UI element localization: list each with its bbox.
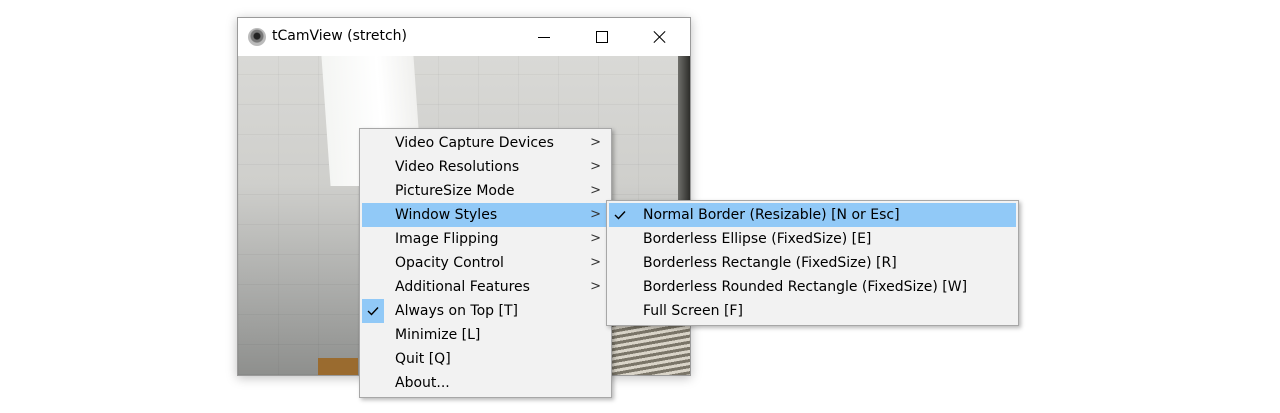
chevron-right-icon: > bbox=[590, 183, 601, 198]
chevron-right-icon: > bbox=[590, 279, 601, 294]
menu-item-video-capture-devices[interactable]: Video Capture Devices > bbox=[362, 131, 609, 155]
menu-item-label: Minimize [L] bbox=[395, 327, 481, 343]
submenu-item-borderless-rounded-rectangle[interactable]: Borderless Rounded Rectangle (FixedSize)… bbox=[609, 275, 1016, 299]
menu-item-label: Opacity Control bbox=[395, 255, 504, 271]
menu-item-image-flipping[interactable]: Image Flipping > bbox=[362, 227, 609, 251]
menu-item-label: Image Flipping bbox=[395, 231, 499, 247]
menu-item-window-styles[interactable]: Window Styles > bbox=[362, 203, 609, 227]
menu-item-opacity-control[interactable]: Opacity Control > bbox=[362, 251, 609, 275]
menu-item-label: Window Styles bbox=[395, 207, 498, 223]
maximize-button[interactable] bbox=[573, 18, 631, 56]
submenu-item-label: Borderless Rounded Rectangle (FixedSize)… bbox=[643, 279, 968, 295]
menu-item-always-on-top[interactable]: Always on Top [T] bbox=[362, 299, 609, 323]
menu-item-label: Quit [Q] bbox=[395, 351, 451, 367]
window-title: tCamView (stretch) bbox=[272, 28, 407, 44]
chevron-right-icon: > bbox=[590, 135, 601, 150]
minimize-icon bbox=[538, 36, 550, 38]
menu-item-quit[interactable]: Quit [Q] bbox=[362, 347, 609, 371]
orange-object bbox=[318, 358, 358, 375]
menu-item-label: About... bbox=[395, 375, 450, 391]
checkmark-icon bbox=[609, 203, 631, 227]
submenu-item-label: Full Screen [F] bbox=[643, 303, 743, 319]
menu-item-label: PictureSize Mode bbox=[395, 183, 515, 199]
submenu-item-label: Borderless Rectangle (FixedSize) [R] bbox=[643, 255, 897, 271]
submenu-item-label: Borderless Ellipse (FixedSize) [E] bbox=[643, 231, 872, 247]
minimize-button[interactable] bbox=[515, 18, 573, 56]
chevron-right-icon: > bbox=[590, 231, 601, 246]
menu-item-label: Always on Top [T] bbox=[395, 303, 518, 319]
chevron-right-icon: > bbox=[590, 255, 601, 270]
close-button[interactable] bbox=[631, 18, 689, 56]
menu-item-label: Video Resolutions bbox=[395, 159, 520, 175]
chevron-right-icon: > bbox=[590, 207, 601, 222]
menu-item-about[interactable]: About... bbox=[362, 371, 609, 395]
chevron-right-icon: > bbox=[590, 159, 601, 174]
menu-item-video-resolutions[interactable]: Video Resolutions > bbox=[362, 155, 609, 179]
maximize-icon bbox=[596, 31, 608, 43]
window-styles-submenu: Normal Border (Resizable) [N or Esc] Bor… bbox=[606, 200, 1019, 326]
checkmark-icon bbox=[362, 299, 384, 323]
menu-item-picturesize-mode[interactable]: PictureSize Mode > bbox=[362, 179, 609, 203]
submenu-item-full-screen[interactable]: Full Screen [F] bbox=[609, 299, 1016, 323]
title-bar[interactable]: tCamView (stretch) bbox=[238, 18, 690, 56]
menu-item-minimize[interactable]: Minimize [L] bbox=[362, 323, 609, 347]
submenu-item-borderless-rectangle[interactable]: Borderless Rectangle (FixedSize) [R] bbox=[609, 251, 1016, 275]
menu-item-additional-features[interactable]: Additional Features > bbox=[362, 275, 609, 299]
submenu-item-borderless-ellipse[interactable]: Borderless Ellipse (FixedSize) [E] bbox=[609, 227, 1016, 251]
menu-item-label: Additional Features bbox=[395, 279, 530, 295]
submenu-item-normal-border[interactable]: Normal Border (Resizable) [N or Esc] bbox=[609, 203, 1016, 227]
webcam-icon bbox=[248, 28, 266, 46]
close-icon bbox=[653, 30, 667, 44]
menu-item-label: Video Capture Devices bbox=[395, 135, 554, 151]
submenu-item-label: Normal Border (Resizable) [N or Esc] bbox=[643, 207, 900, 223]
context-menu: Video Capture Devices > Video Resolution… bbox=[359, 128, 612, 398]
